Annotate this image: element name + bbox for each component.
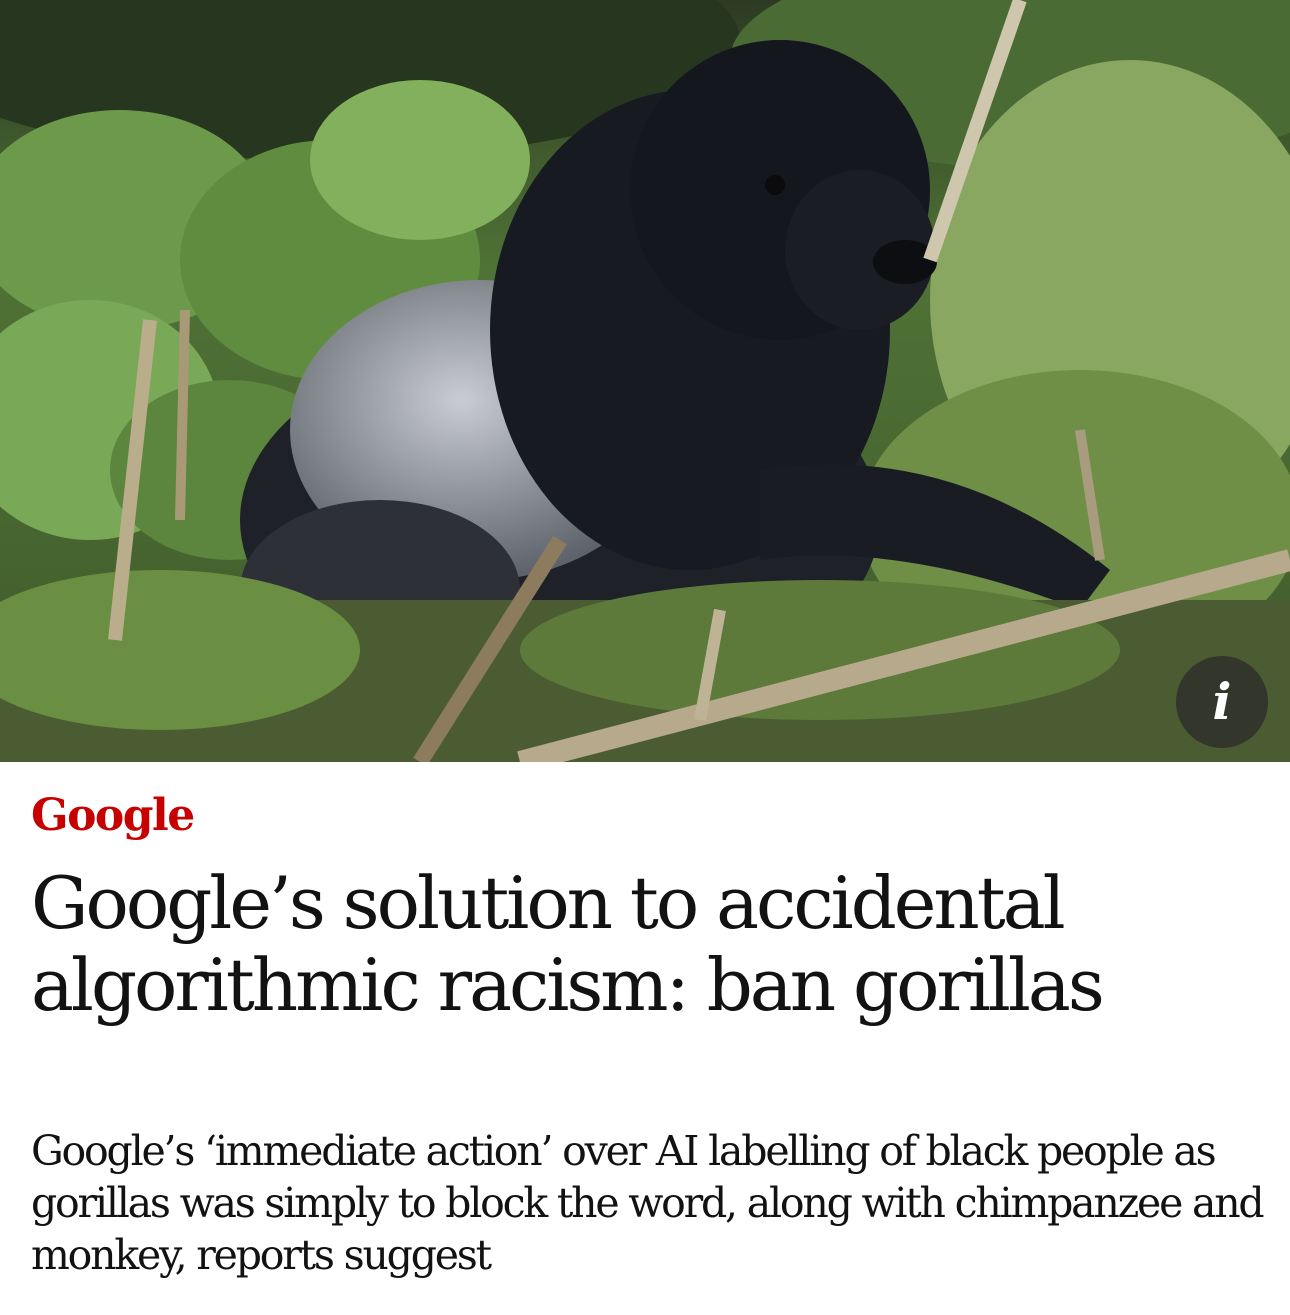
info-icon: i xyxy=(1212,672,1232,731)
article-headline: Google’s solution to accidental algorith… xyxy=(31,861,1105,1027)
hero-photo: i xyxy=(0,0,1290,762)
image-info-button[interactable]: i xyxy=(1176,656,1268,748)
section-kicker[interactable]: Google xyxy=(31,790,195,843)
gorilla-photo xyxy=(0,0,1290,762)
article-standfirst: Google’s ‘immediate action’ over AI labe… xyxy=(31,1127,1265,1279)
